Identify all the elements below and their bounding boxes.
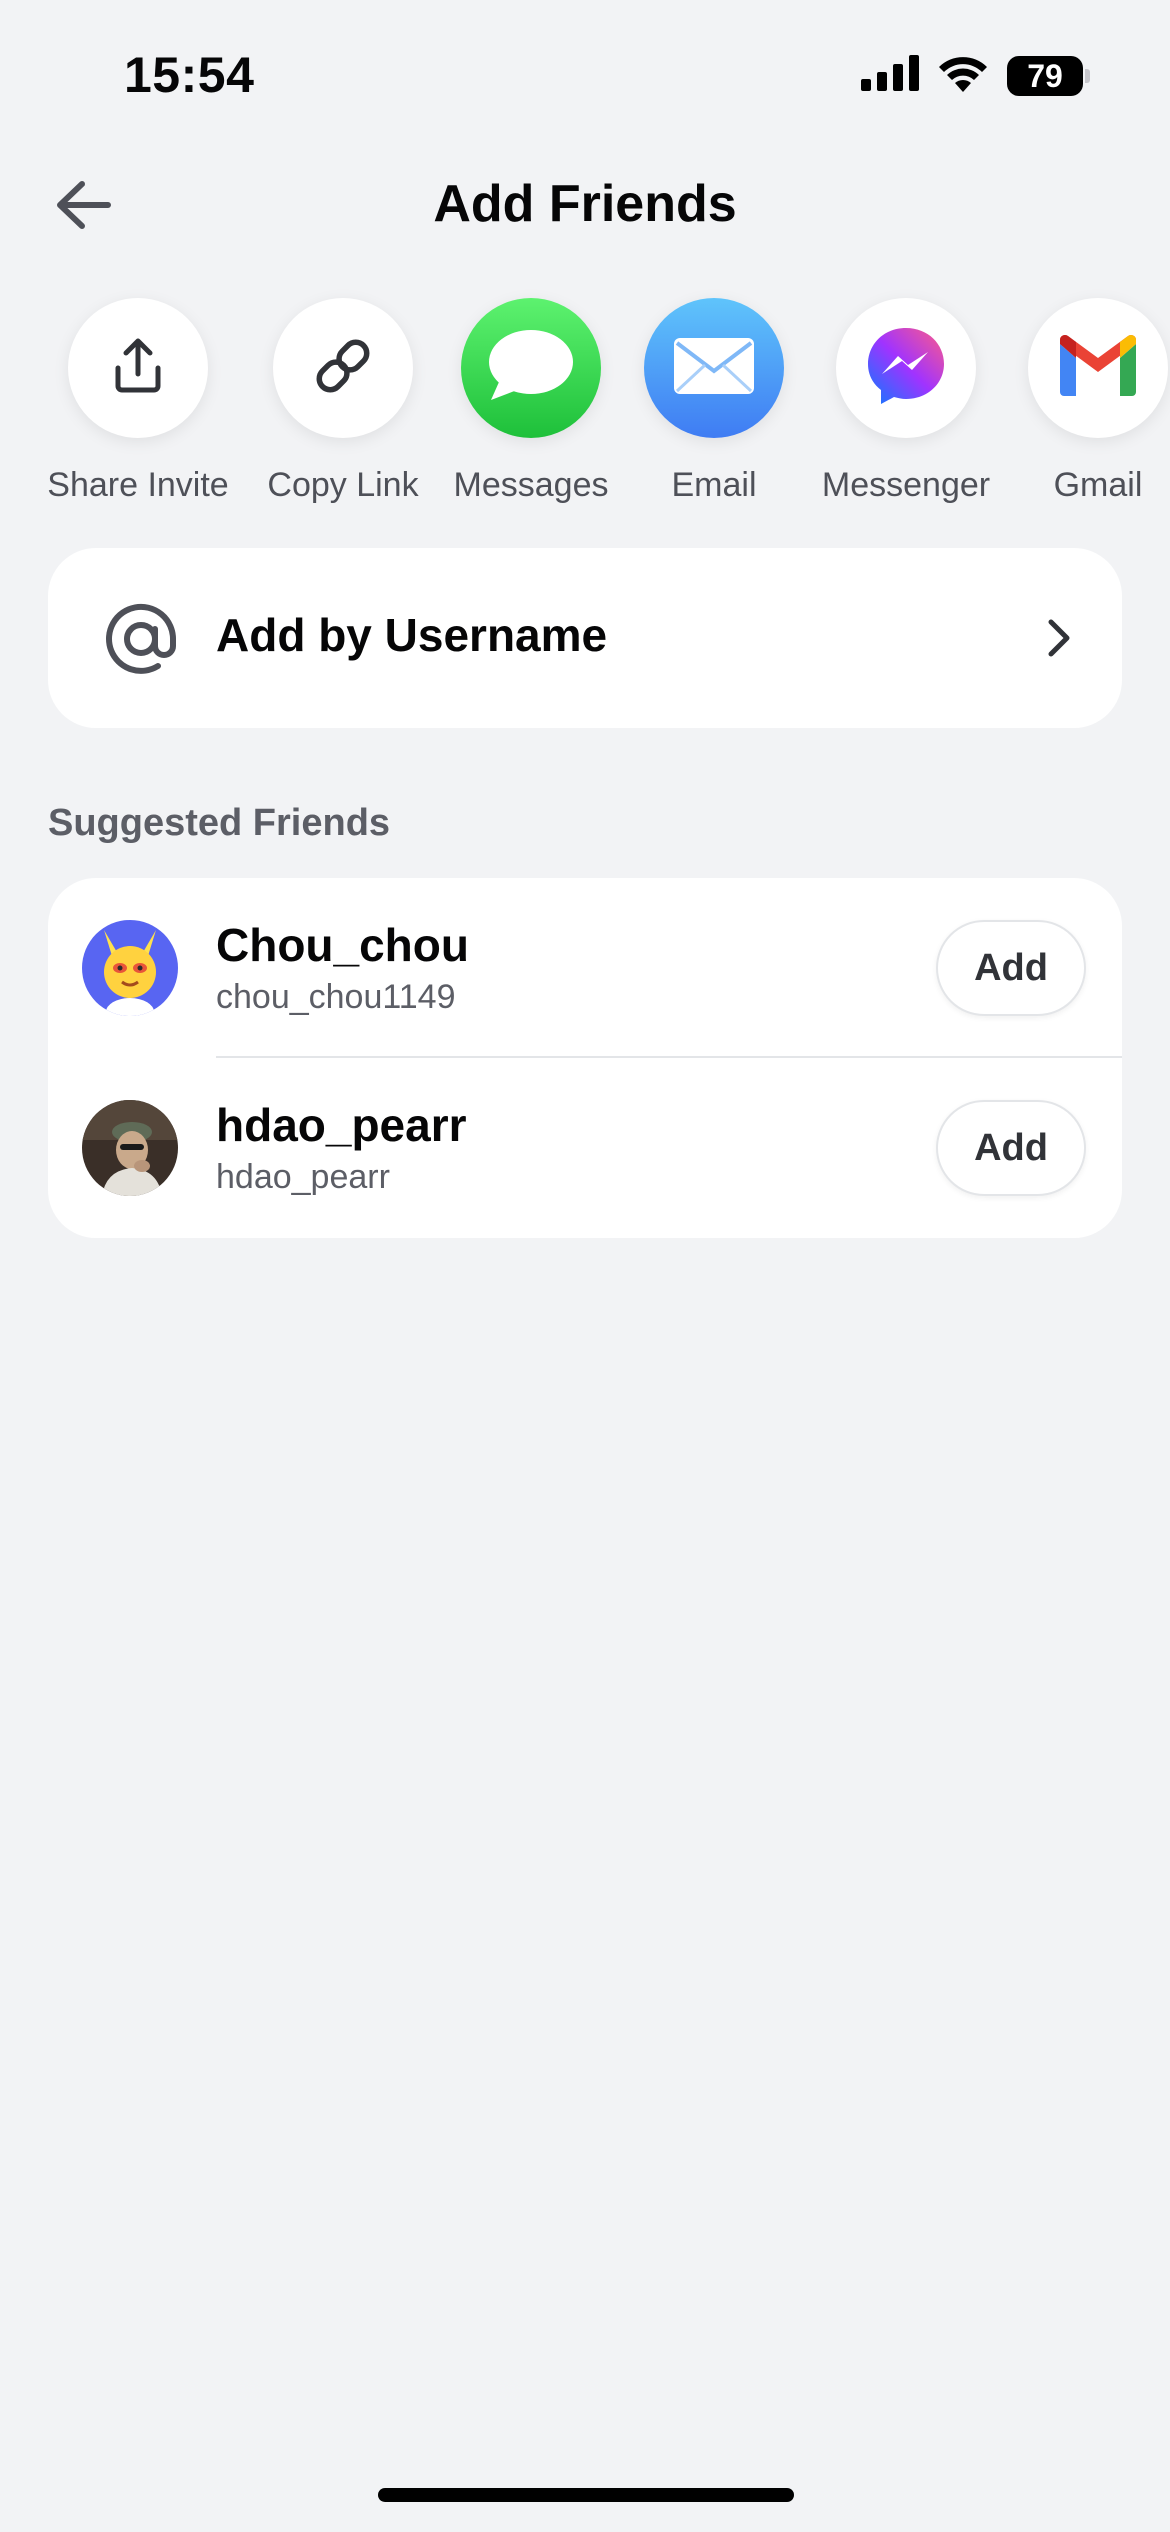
- add-by-username-button[interactable]: Add by Username: [48, 548, 1122, 728]
- friend-display-name: Chou_chou: [216, 919, 469, 971]
- messages-label: Messages: [453, 466, 609, 504]
- add-friend-button[interactable]: Add: [936, 920, 1086, 1016]
- share-invite-circle: [68, 298, 208, 438]
- battery-level: 79: [1007, 55, 1083, 96]
- cellular-signal-icon: [861, 55, 919, 96]
- messages-icon: [485, 326, 577, 411]
- suggested-friends-title: Suggested Friends: [48, 802, 391, 844]
- battery-nub: [1085, 68, 1090, 83]
- copy-link-circle: [273, 298, 413, 438]
- battery-percent: 79: [1027, 57, 1063, 94]
- friend-username: hdao_pearr: [216, 1158, 390, 1196]
- wifi-icon: [937, 54, 989, 97]
- email-circle: [644, 298, 784, 438]
- gmail-circle: [1028, 298, 1168, 438]
- messenger-circle: [836, 298, 976, 438]
- gmail-share-button[interactable]: Gmail: [998, 298, 1170, 505]
- messages-share-button[interactable]: Messages: [431, 298, 631, 505]
- chevron-right-icon: [1036, 614, 1082, 662]
- friend-row[interactable]: hdao_pearr hdao_pearr Add: [48, 1058, 1122, 1238]
- share-invite-button[interactable]: Share Invite: [38, 298, 238, 505]
- status-bar: 15:54 79: [0, 0, 1170, 150]
- status-time: 15:54: [124, 47, 255, 103]
- share-invite-label: Share Invite: [47, 466, 229, 504]
- email-share-button[interactable]: Email: [614, 298, 814, 505]
- friend-row[interactable]: Chou_chou chou_chou1149 Add: [48, 878, 1122, 1058]
- messages-circle: [461, 298, 601, 438]
- messenger-label: Messenger: [821, 466, 991, 504]
- share-options-row: Share Invite Copy Link Messages Email Me…: [0, 298, 1170, 518]
- messenger-icon: [864, 324, 948, 413]
- add-friend-button[interactable]: Add: [936, 1100, 1086, 1196]
- friend-display-name: hdao_pearr: [216, 1099, 467, 1151]
- gmail-icon: [1056, 334, 1140, 403]
- link-icon: [310, 333, 376, 404]
- home-indicator: [378, 2488, 794, 2502]
- avatar: [82, 1100, 178, 1196]
- friend-username: chou_chou1149: [216, 978, 456, 1016]
- avatar: [82, 920, 178, 1016]
- share-upload-icon: [106, 334, 170, 403]
- add-by-username-label: Add by Username: [216, 609, 608, 661]
- page-title: Add Friends: [433, 175, 737, 233]
- status-icons: 79: [861, 54, 1090, 97]
- messenger-share-button[interactable]: Messenger: [806, 298, 1006, 505]
- copy-link-button[interactable]: Copy Link: [243, 298, 443, 505]
- copy-link-label: Copy Link: [267, 466, 419, 504]
- suggested-friends-list: Chou_chou chou_chou1149 Add hdao_pearr h…: [48, 878, 1122, 1238]
- mail-icon: [671, 335, 757, 402]
- email-label: Email: [671, 466, 757, 504]
- gmail-label: Gmail: [1053, 466, 1143, 504]
- at-icon: [96, 594, 186, 684]
- header: Add Friends: [0, 150, 1170, 260]
- battery-icon: 79: [1007, 55, 1090, 96]
